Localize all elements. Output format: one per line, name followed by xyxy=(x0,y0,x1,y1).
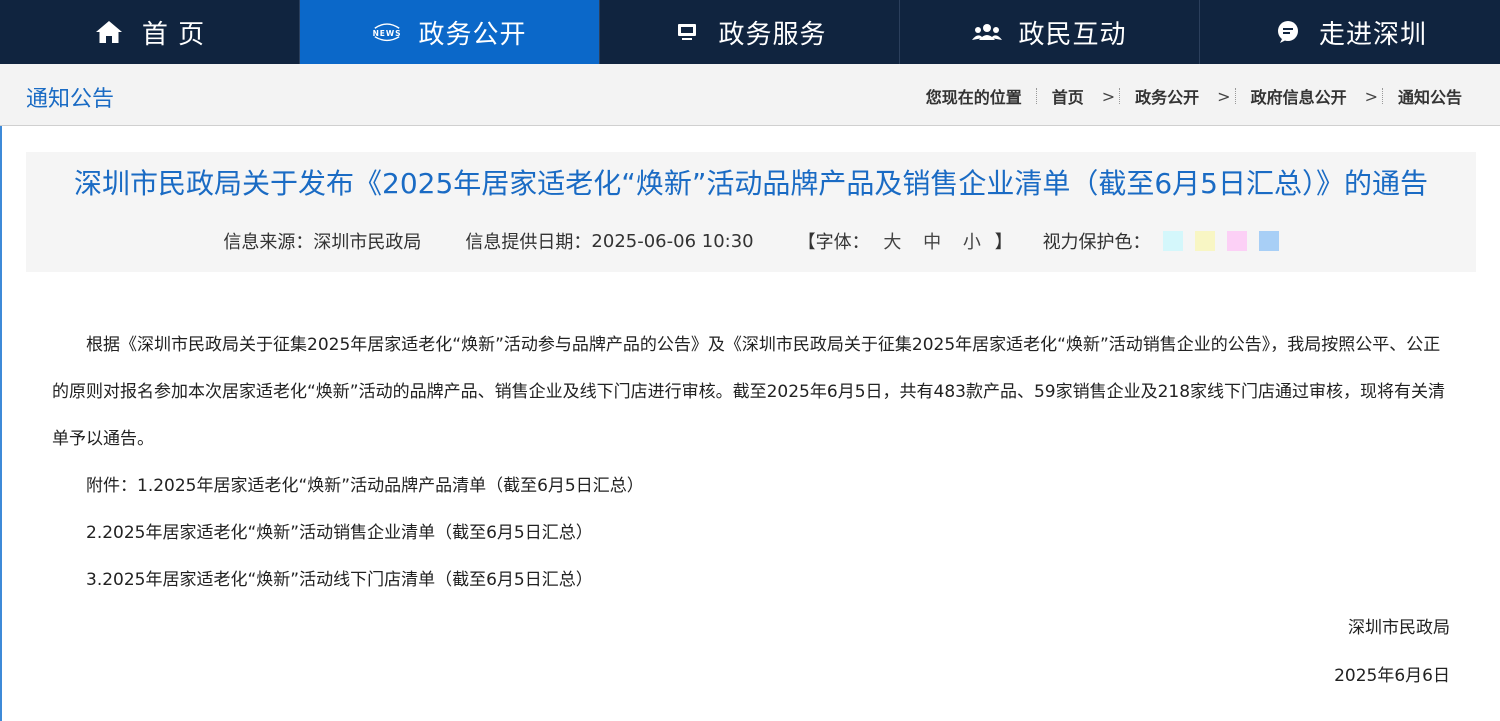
nav-gov-affairs-open-label: 政务公开 xyxy=(418,19,527,50)
nav-home[interactable]: 首 页 xyxy=(0,0,300,64)
article-header: 深圳市民政局关于发布《2025年居家适老化“焕新”活动品牌产品及销售企业清单（截… xyxy=(26,152,1476,272)
page-left-edge xyxy=(0,64,2,721)
signature: 深圳市民政局 xyxy=(1348,618,1450,638)
attachment-1: 附件：1.2025年居家适老化“焕新”活动品牌产品清单（截至6月5日汇总） xyxy=(86,476,644,496)
attachment-3: 3.2025年居家适老化“焕新”活动线下门店清单（截至6月5日汇总） xyxy=(86,570,593,590)
breadcrumb-divider xyxy=(1381,88,1384,104)
date-value: 2025-06-06 10:30 xyxy=(591,230,754,252)
breadcrumb-bar: 通知公告 您现在的位置 首页 > 政务公开 > 政府信息公开 > 通知公告 xyxy=(0,64,1500,126)
nav-about-shenzhen[interactable]: 走进深圳 xyxy=(1200,0,1500,64)
monitor-icon xyxy=(672,17,702,47)
home-icon xyxy=(94,17,124,47)
breadcrumb-divider xyxy=(1119,88,1121,104)
location-label: 您现在的位置 xyxy=(925,88,1022,107)
source-label: 信息来源： xyxy=(223,232,314,253)
breadcrumb-gov-affairs-open[interactable]: 政务公开 xyxy=(1135,84,1199,108)
breadcrumb-gov-info-open[interactable]: 政府信息公开 xyxy=(1251,84,1347,108)
breadcrumb-arrow: > xyxy=(1101,86,1116,106)
article-meta: 信息来源： 深圳市民政局 信息提供日期： 2025-06-06 10:30 【字… xyxy=(26,228,1476,254)
source-value: 深圳市民政局 xyxy=(313,232,422,253)
nav-gov-affairs-open[interactable]: NEWS 政务公开 xyxy=(300,0,600,64)
article-body: 根据《深圳市民政局关于征集2025年居家适老化“焕新”活动参与品牌产品的公告》及… xyxy=(52,322,1452,700)
top-nav: 首 页 NEWS 政务公开 政务服务 政民互动 走进深圳 xyxy=(0,0,1500,65)
svg-text:NEWS: NEWS xyxy=(373,29,402,38)
nav-home-label: 首 页 xyxy=(141,19,206,50)
breadcrumb-divider xyxy=(1234,88,1237,104)
people-icon xyxy=(972,17,1003,47)
eye-color-swatch-pink[interactable] xyxy=(1226,231,1247,251)
nav-about-shenzhen-label: 走进深圳 xyxy=(1318,19,1427,50)
news-icon: NEWS xyxy=(372,17,402,47)
font-size-large[interactable]: 大 xyxy=(883,232,901,253)
eye-color-swatch-blue[interactable] xyxy=(1258,231,1279,251)
breadcrumb-notices[interactable]: 通知公告 xyxy=(1398,84,1462,108)
sign-date: 2025年6月6日 xyxy=(1334,666,1450,686)
article-paragraph: 根据《深圳市民政局关于征集2025年居家适老化“焕新”活动参与品牌产品的公告》及… xyxy=(52,335,1446,449)
chat-bubble-icon xyxy=(1273,17,1303,47)
nav-gov-services[interactable]: 政务服务 xyxy=(600,0,900,64)
breadcrumb: 您现在的位置 首页 > 政务公开 > 政府信息公开 > 通知公告 xyxy=(926,84,1462,108)
breadcrumb-divider xyxy=(1035,88,1038,104)
font-size-small[interactable]: 小 xyxy=(963,232,981,253)
eye-color-swatch-yellow[interactable] xyxy=(1194,231,1215,251)
article-title: 深圳市民政局关于发布《2025年居家适老化“焕新”活动品牌产品及销售企业清单（截… xyxy=(74,167,1428,200)
attachment-2: 2.2025年居家适老化“焕新”活动销售企业清单（截至6月5日汇总） xyxy=(86,523,593,543)
nav-public-interaction[interactable]: 政民互动 xyxy=(900,0,1200,64)
font-size-label: 【字体： xyxy=(797,232,870,253)
date-label: 信息提供日期： xyxy=(465,232,592,253)
section-title: 通知公告 xyxy=(26,87,115,112)
breadcrumb-arrow: > xyxy=(1217,86,1231,106)
font-size-medium[interactable]: 中 xyxy=(923,232,941,253)
breadcrumb-arrow: > xyxy=(1364,86,1378,106)
eye-color-label: 视力保护色： xyxy=(1042,232,1151,253)
breadcrumb-home[interactable]: 首页 xyxy=(1052,84,1084,108)
font-size-control: 【字体： 大 中 小 】 xyxy=(798,228,1013,254)
font-size-close: 】 xyxy=(994,232,1013,253)
eye-color-swatch-cyan[interactable] xyxy=(1162,231,1183,251)
nav-gov-services-label: 政务服务 xyxy=(718,19,827,50)
nav-public-interaction-label: 政民互动 xyxy=(1018,19,1127,50)
